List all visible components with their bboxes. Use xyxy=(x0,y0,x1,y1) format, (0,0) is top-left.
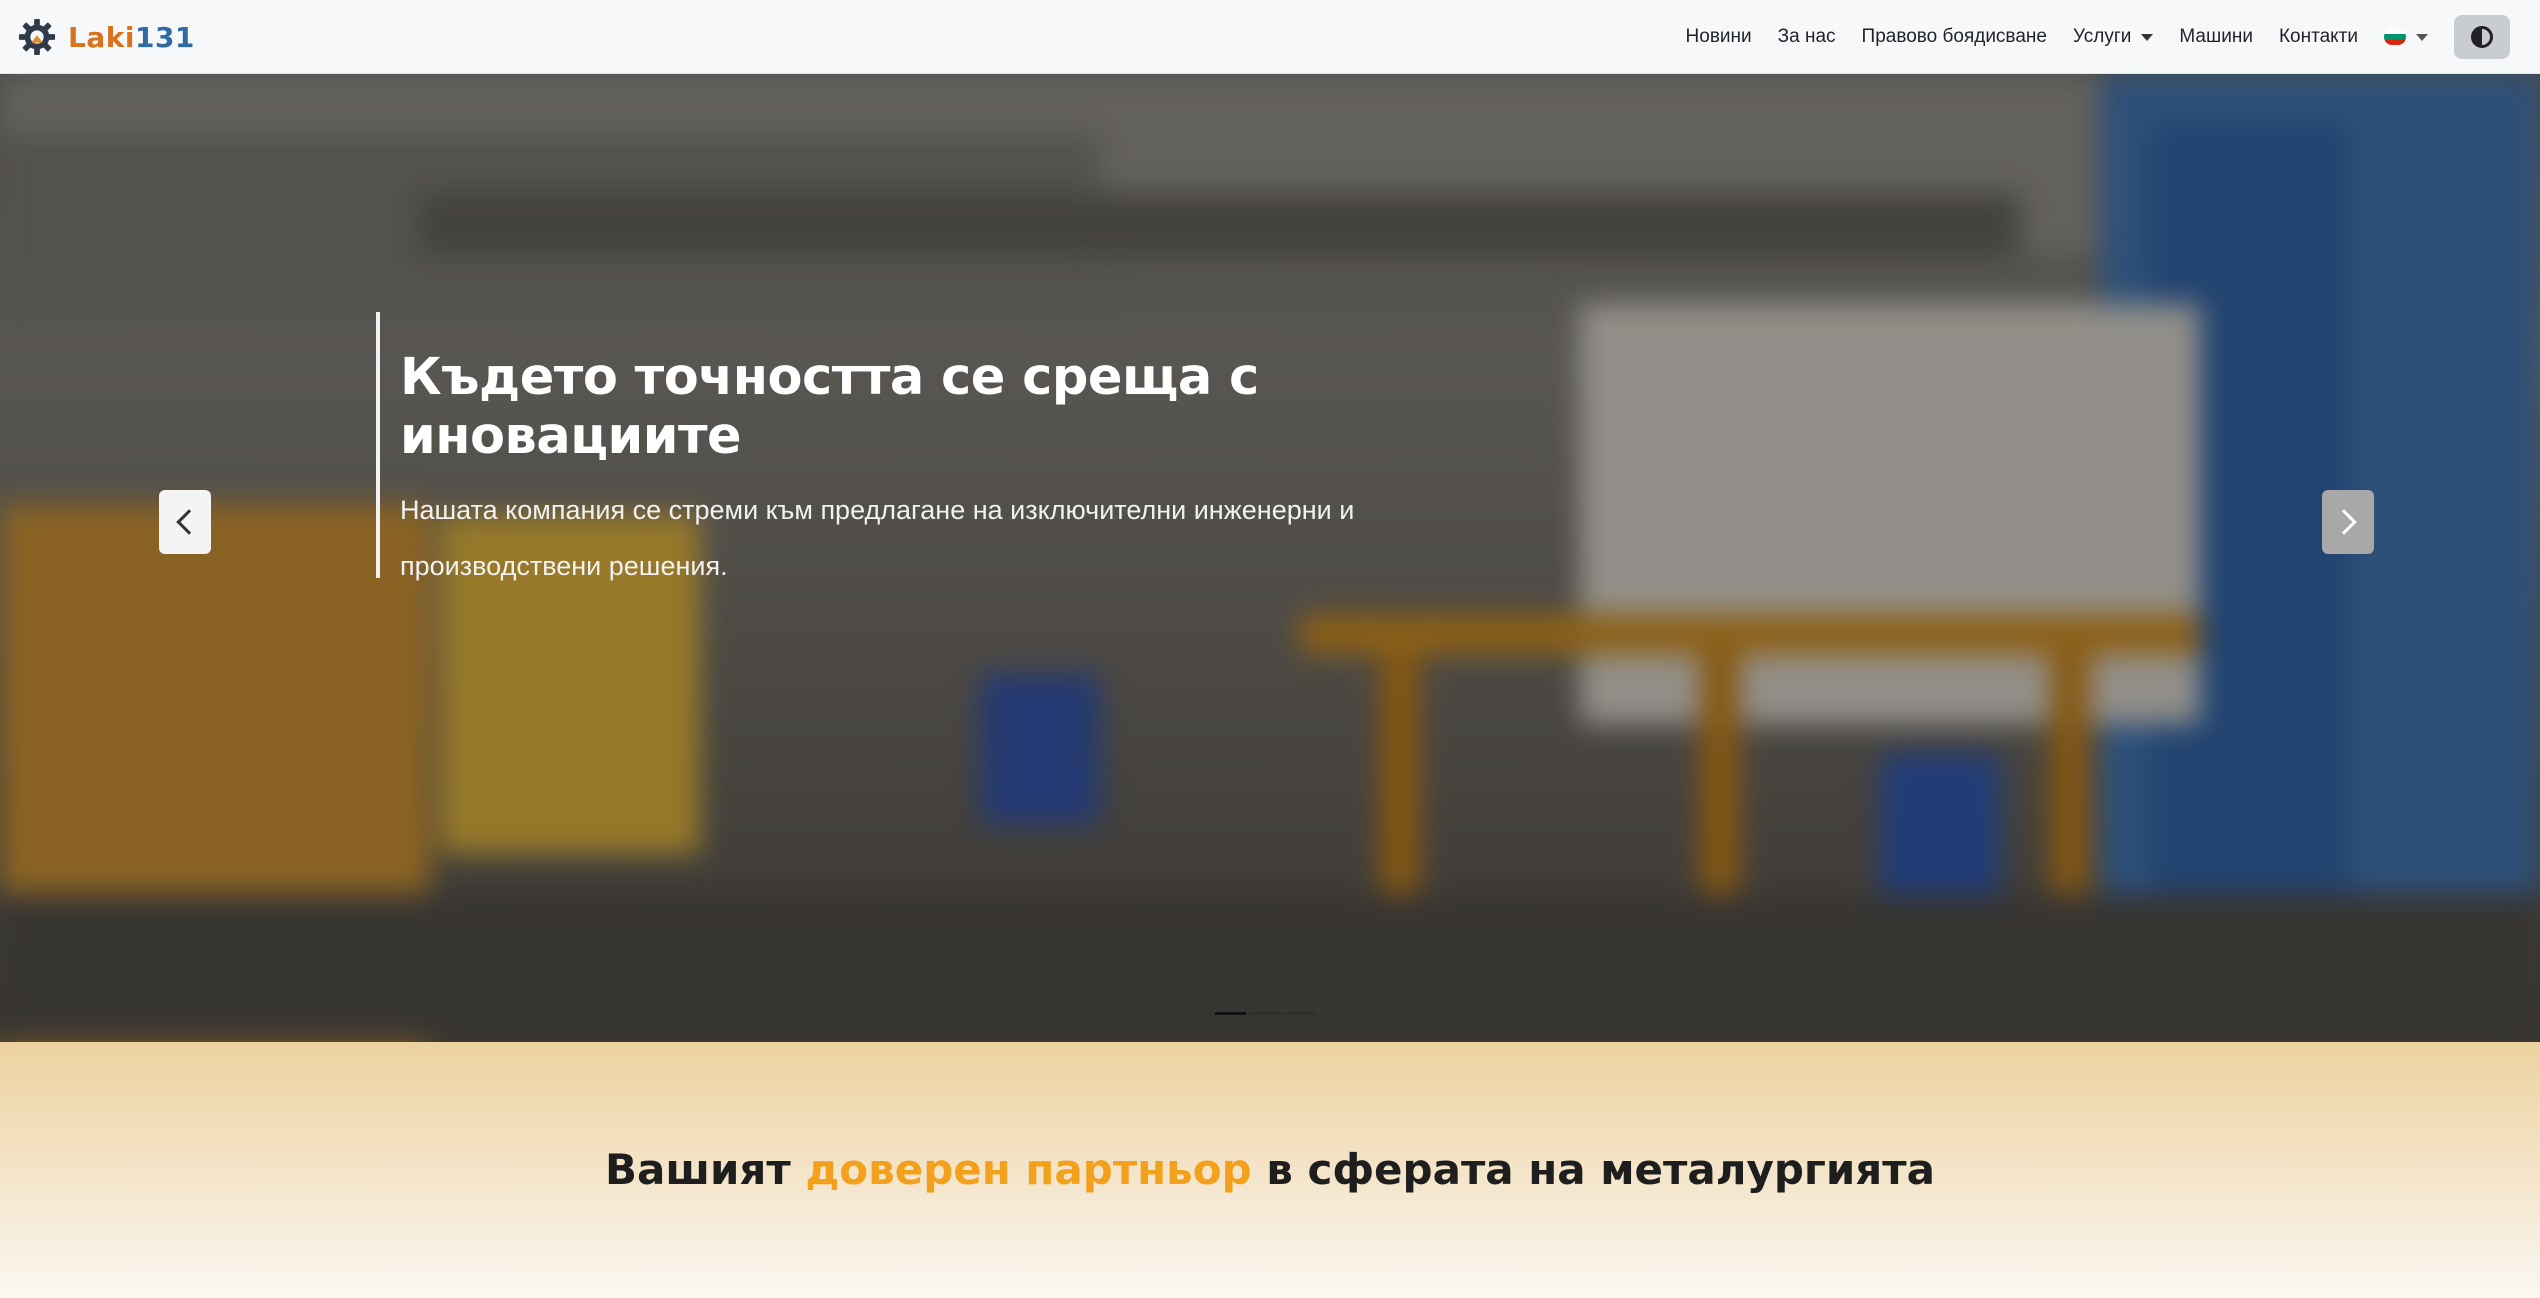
chevron-down-icon xyxy=(2416,33,2428,41)
nav-machines[interactable]: Машини xyxy=(2179,26,2253,48)
hero-caption: Където точността се среща с иновациите Н… xyxy=(376,312,1476,581)
carousel-indicator-2[interactable] xyxy=(1250,1012,1281,1015)
partner-section: Вашият доверен партньор в сферата на мет… xyxy=(0,1042,2540,1298)
nav-powder-coating[interactable]: Правово боядисване xyxy=(1862,26,2047,48)
hero-carousel: Където точността се среща с иновациите Н… xyxy=(0,74,2540,1042)
chevron-left-icon xyxy=(176,509,202,535)
nav-news[interactable]: Новини xyxy=(1686,26,1752,48)
section-heading-before: Вашият xyxy=(605,1145,806,1194)
brand-name: Laki131 xyxy=(68,21,195,54)
hero-text: Нашата компания се стреми към предлагане… xyxy=(400,495,1355,581)
nav-contacts[interactable]: Контакти xyxy=(2279,26,2358,48)
carousel-prev-button[interactable] xyxy=(159,490,211,554)
carousel-indicators xyxy=(1215,1012,1320,1015)
section-heading-highlight: доверен партньор xyxy=(805,1145,1252,1194)
hero-title: Където точността се среща с иновациите xyxy=(400,348,1259,466)
brand-name-part1: Laki xyxy=(68,20,135,54)
brand-logo[interactable]: Laki131 xyxy=(18,17,195,57)
carousel-indicator-1[interactable] xyxy=(1215,1012,1246,1015)
section-heading-after: в сферата на металургията xyxy=(1251,1145,1935,1194)
brand-name-part2: 131 xyxy=(134,20,195,54)
nav-menu: Новини За нас Правово боядисване Услуги … xyxy=(1686,0,2540,74)
top-navbar: Laki131 Новини За нас Правово боядисване… xyxy=(0,0,2540,74)
chevron-down-icon xyxy=(2141,33,2154,41)
language-dropdown[interactable] xyxy=(2384,29,2428,45)
nav-services-dropdown[interactable]: Услуги xyxy=(2072,26,2154,48)
section-heading: Вашият доверен партньор в сферата на мет… xyxy=(0,1145,2540,1194)
nav-about[interactable]: За нас xyxy=(1778,26,1836,48)
nav-services-label: Услуги xyxy=(2072,26,2132,47)
gear-icon xyxy=(18,18,56,56)
bulgaria-flag-icon xyxy=(2384,29,2406,45)
chevron-right-icon xyxy=(2331,509,2357,535)
theme-toggle-button[interactable] xyxy=(2454,15,2510,59)
contrast-icon xyxy=(2471,26,2493,48)
carousel-next-button[interactable] xyxy=(2322,490,2374,554)
carousel-indicator-3[interactable] xyxy=(1285,1012,1316,1015)
